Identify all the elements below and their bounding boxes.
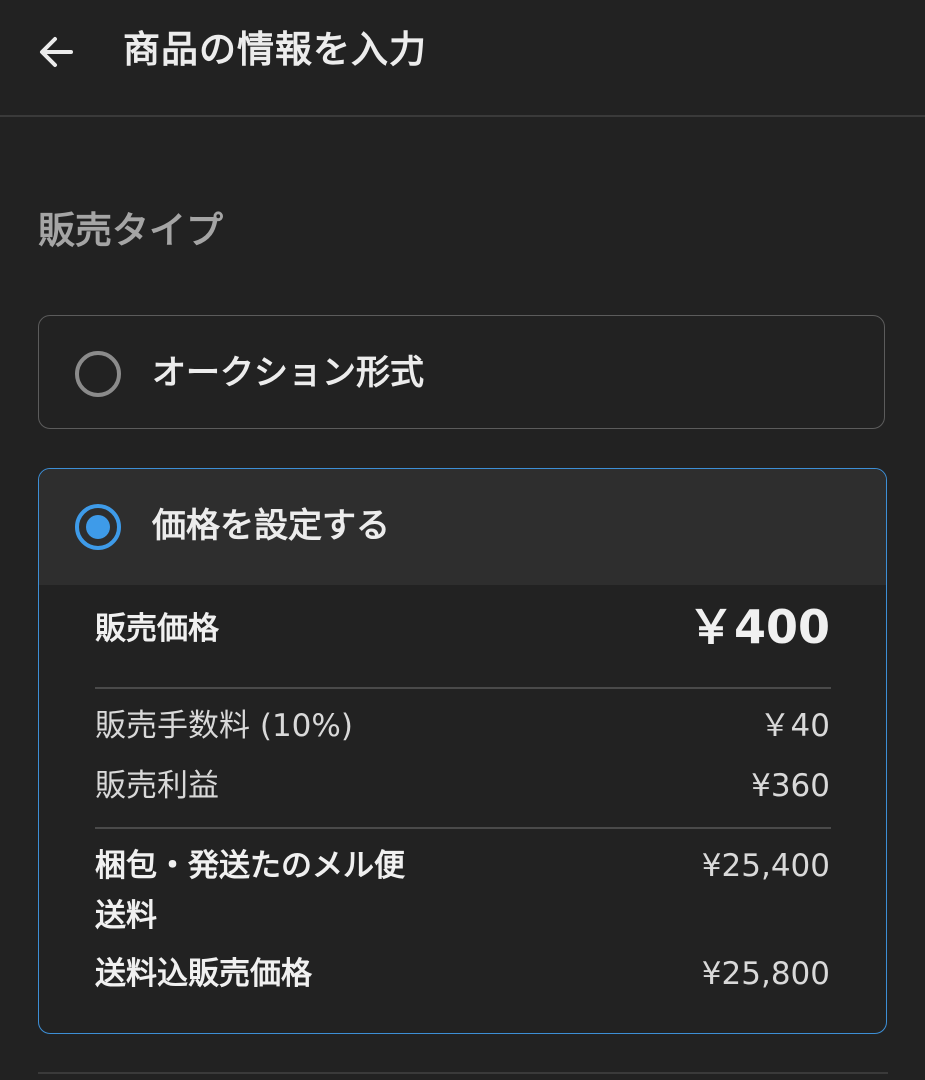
app-root: 商品の情報を入力 販売タイプ オークション形式 価格を設定する 販売価格 ￥40… bbox=[0, 0, 925, 1080]
total-label: 送料込販売価格 bbox=[95, 956, 312, 992]
profit-value: ¥360 bbox=[751, 768, 830, 804]
back-button[interactable] bbox=[26, 22, 86, 82]
radio-checked-icon[interactable] bbox=[75, 504, 121, 550]
sale-price-value[interactable]: ￥400 bbox=[688, 597, 830, 657]
option-fixed-price: 価格を設定する 販売価格 ￥400 販売手数料 (10%) ￥40 販売利益 ¥… bbox=[38, 468, 887, 1034]
profit-label: 販売利益 bbox=[95, 768, 219, 804]
option-fixed-price-label: 価格を設定する bbox=[152, 506, 390, 546]
radio-unchecked-icon[interactable] bbox=[75, 351, 121, 397]
fee-value: ￥40 bbox=[759, 708, 830, 744]
arrow-left-icon bbox=[40, 37, 73, 67]
option-auction-label: オークション形式 bbox=[152, 353, 424, 393]
sales-type-label: 販売タイプ bbox=[38, 209, 223, 252]
shipping-label: 梱包・発送たのメル便送料 bbox=[95, 848, 405, 934]
shipping-value: ¥25,400 bbox=[701, 848, 830, 884]
divider bbox=[95, 827, 831, 829]
page-title: 商品の情報を入力 bbox=[123, 28, 427, 71]
fee-label: 販売手数料 (10%) bbox=[95, 708, 353, 744]
option-fixed-price-header[interactable]: 価格を設定する bbox=[39, 469, 886, 585]
sale-price-label: 販売価格 bbox=[95, 611, 219, 647]
divider bbox=[38, 1072, 888, 1074]
app-header: 商品の情報を入力 bbox=[0, 0, 925, 117]
divider bbox=[95, 687, 831, 689]
total-value: ¥25,800 bbox=[701, 956, 830, 992]
option-auction[interactable]: オークション形式 bbox=[38, 315, 885, 429]
